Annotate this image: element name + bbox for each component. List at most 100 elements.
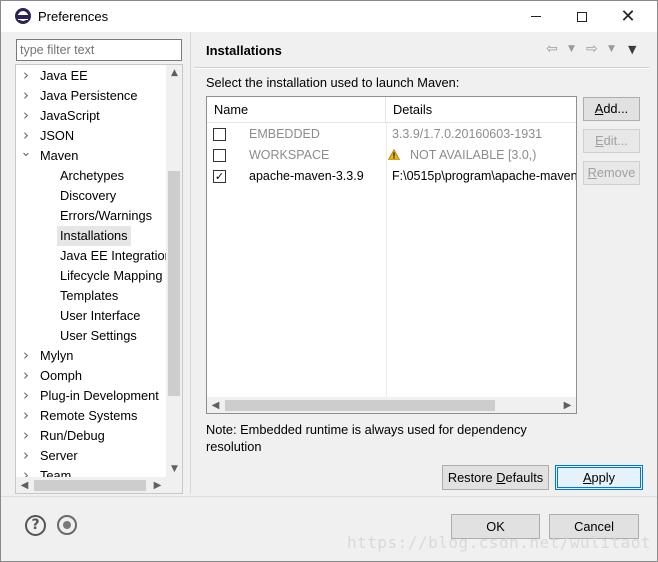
edit-button[interactable]: Edit... bbox=[583, 129, 640, 153]
tree-item[interactable]: User Interface bbox=[16, 306, 166, 326]
tree-item[interactable]: Templates bbox=[16, 286, 166, 306]
chevron-right-icon[interactable]: › bbox=[20, 386, 32, 406]
tree-item[interactable]: Archetypes bbox=[16, 166, 166, 186]
table-horizontal-scrollbar[interactable]: ◀ ▶ bbox=[207, 397, 576, 413]
page-title: Installations bbox=[206, 43, 282, 58]
close-button[interactable]: ✕ bbox=[605, 1, 651, 32]
tree-item-label: JSON bbox=[40, 128, 75, 143]
tree-item-label: User Settings bbox=[60, 328, 137, 343]
add-button[interactable]: Add... bbox=[583, 97, 640, 121]
scroll-right-icon[interactable]: ▶ bbox=[149, 477, 166, 493]
chevron-right-icon[interactable]: › bbox=[20, 446, 32, 466]
scroll-right-icon[interactable]: ▶ bbox=[559, 397, 576, 413]
tree-item[interactable]: Installations bbox=[16, 226, 166, 246]
help-icon[interactable]: ? bbox=[25, 515, 46, 536]
page-navigation: ⇦ ▼ ⇨ ▼ ▼ bbox=[546, 41, 646, 59]
installation-checkbox[interactable]: ✓ bbox=[213, 170, 226, 183]
forward-arrow-icon[interactable]: ⇨ bbox=[586, 41, 598, 57]
back-menu-chevron-icon[interactable]: ▼ bbox=[568, 44, 575, 54]
installation-checkbox[interactable] bbox=[213, 128, 226, 141]
tree-item-label: Maven bbox=[40, 148, 79, 163]
table-header: Name Details bbox=[207, 97, 576, 123]
tree-item[interactable]: › Mylyn bbox=[16, 346, 166, 366]
table-row[interactable]: ✓ apache-maven-3.3.9 F:\0515p\program\apac… bbox=[207, 166, 576, 187]
tree-item-label: Templates bbox=[60, 288, 119, 303]
chevron-right-icon[interactable]: › bbox=[20, 366, 32, 386]
table-row[interactable]: WORKSPACE NOT AVAILABLE [3.0,) bbox=[207, 145, 576, 166]
tree-item-label: JavaScript bbox=[40, 108, 100, 123]
apply-label-post: pply bbox=[591, 470, 616, 485]
tree-item[interactable]: Errors/Warnings bbox=[16, 206, 166, 226]
tree-vertical-scrollbar[interactable]: ▲ ▼ bbox=[166, 65, 182, 478]
scroll-down-icon[interactable]: ▼ bbox=[166, 461, 182, 478]
tree-item-label: Server bbox=[40, 448, 78, 463]
tree-item[interactable]: Java EE Integration bbox=[16, 246, 172, 266]
scroll-left-icon[interactable]: ◀ bbox=[16, 477, 33, 493]
installation-details: NOT AVAILABLE [3.0,) bbox=[410, 148, 537, 162]
tree-item[interactable]: › Java EE bbox=[16, 66, 166, 86]
tree-item[interactable]: › Remote Systems bbox=[16, 406, 166, 426]
restore-defaults-button[interactable]: Restore Defaults bbox=[442, 465, 549, 490]
restore-label-post: efaults bbox=[505, 470, 544, 485]
scroll-left-icon[interactable]: ◀ bbox=[207, 397, 224, 413]
tree-item-label: Run/Debug bbox=[40, 428, 105, 443]
scroll-up-icon[interactable]: ▲ bbox=[166, 65, 182, 82]
apply-label-mnemonic: A bbox=[582, 470, 592, 485]
tree-item[interactable]: User Settings bbox=[16, 326, 166, 346]
chevron-right-icon[interactable]: › bbox=[20, 346, 32, 366]
tree-item[interactable]: Discovery bbox=[16, 186, 166, 206]
tree-item[interactable]: › Run/Debug bbox=[16, 426, 166, 446]
column-header-details[interactable]: Details bbox=[386, 97, 576, 123]
tree-item[interactable]: › Plug-in Development bbox=[16, 386, 166, 406]
edit-label-post: dit... bbox=[603, 133, 628, 148]
chevron-right-icon[interactable]: › bbox=[20, 66, 32, 86]
chevron-right-icon[interactable]: › bbox=[20, 426, 32, 446]
tree-item[interactable]: Lifecycle Mapping bbox=[16, 266, 166, 286]
chevron-down-icon[interactable]: ⌄ bbox=[20, 146, 32, 166]
installations-table: Name Details EMBEDDED 3.3.9/1.7.0.2016060… bbox=[206, 96, 577, 414]
tree-item-label: Lifecycle Mapping bbox=[60, 268, 163, 283]
installation-checkbox[interactable] bbox=[213, 149, 226, 162]
tree-item-label: Remote Systems bbox=[40, 408, 138, 423]
chevron-right-icon[interactable]: › bbox=[20, 126, 32, 146]
chevron-right-icon[interactable]: › bbox=[20, 86, 32, 106]
tree-item[interactable]: › JavaScript bbox=[16, 106, 166, 126]
maximize-button[interactable] bbox=[559, 1, 605, 32]
warning-icon bbox=[388, 149, 400, 160]
back-arrow-icon[interactable]: ⇦ bbox=[546, 41, 558, 57]
remove-button[interactable]: Remove bbox=[583, 161, 640, 185]
import-export-icon[interactable] bbox=[57, 515, 77, 535]
tree-item[interactable]: › Java Persistence bbox=[16, 86, 166, 106]
scroll-thumb[interactable] bbox=[168, 171, 180, 396]
view-menu-icon[interactable]: ▼ bbox=[628, 43, 636, 56]
scroll-thumb[interactable] bbox=[34, 480, 146, 491]
title-separator-highlight bbox=[194, 68, 649, 69]
tree-horizontal-scrollbar[interactable]: ◀ ▶ bbox=[16, 477, 182, 493]
scroll-thumb[interactable] bbox=[225, 400, 495, 411]
chevron-right-icon[interactable]: › bbox=[20, 106, 32, 126]
tree-item[interactable]: › Oomph bbox=[16, 366, 166, 386]
tree-item-label: Oomph bbox=[40, 368, 82, 383]
preferences-window: Preferences ✕ ›Java EE›Java Persistence›… bbox=[0, 0, 658, 562]
footer-separator bbox=[1, 496, 657, 497]
forward-menu-chevron-icon[interactable]: ▼ bbox=[608, 44, 615, 54]
note-text: Note: Embedded runtime is always used fo… bbox=[206, 422, 527, 454]
watermark-text: https://blog.csdn.net/wulitaot bbox=[347, 533, 651, 552]
edit-label-mnemonic: E bbox=[595, 133, 604, 148]
installation-details: 3.3.9/1.7.0.20160603-1931 bbox=[392, 127, 543, 141]
add-label-post: dd... bbox=[603, 101, 629, 116]
tree-item[interactable]: › Server bbox=[16, 446, 166, 466]
tree-item[interactable]: ⌄ Maven bbox=[16, 146, 166, 166]
column-header-name[interactable]: Name bbox=[207, 97, 386, 123]
minimize-icon bbox=[531, 16, 541, 17]
tree-item[interactable]: › JSON bbox=[16, 126, 166, 146]
tree-item-label: Plug-in Development bbox=[40, 388, 159, 403]
title-bar: Preferences ✕ bbox=[1, 1, 657, 32]
panel-divider[interactable] bbox=[190, 32, 191, 494]
chevron-right-icon[interactable]: › bbox=[20, 406, 32, 426]
minimize-button[interactable] bbox=[513, 1, 559, 32]
table-row[interactable]: EMBEDDED 3.3.9/1.7.0.20160603-1931 bbox=[207, 124, 576, 145]
restore-label-pre: Restore bbox=[447, 470, 497, 485]
apply-button[interactable]: Apply bbox=[555, 465, 643, 490]
filter-input[interactable] bbox=[16, 39, 182, 61]
